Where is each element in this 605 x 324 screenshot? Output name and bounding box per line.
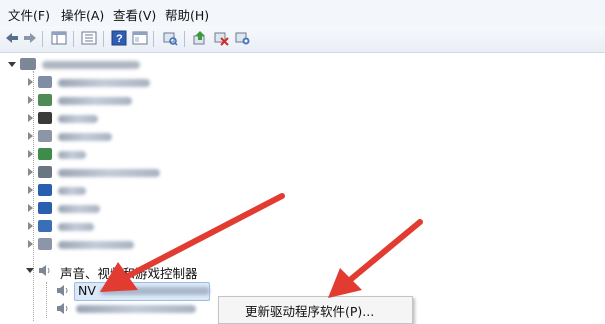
tree-category[interactable] (0, 92, 420, 110)
expand-icon[interactable] (28, 222, 33, 230)
update-driver-icon[interactable] (191, 29, 209, 47)
tree-category[interactable] (0, 164, 420, 182)
toolbar-separator (153, 31, 154, 47)
device-category-icon (38, 220, 52, 232)
list-view-icon[interactable] (80, 29, 98, 47)
device-category-icon (38, 148, 52, 160)
expand-icon[interactable] (28, 186, 33, 194)
expand-icon[interactable] (28, 96, 33, 104)
device-category-icon (38, 112, 52, 124)
tree-category-sound-video[interactable]: 声音、视频和游戏控制器 (0, 262, 420, 281)
expand-icon[interactable] (28, 204, 33, 212)
device-category-icon (38, 202, 52, 214)
properties-view-icon[interactable] (50, 29, 68, 47)
category-name-redacted (58, 151, 86, 159)
speaker-icon (56, 284, 70, 297)
device-name-redacted (100, 287, 210, 295)
tree-category[interactable] (0, 74, 420, 92)
device-category-icon (38, 76, 52, 88)
context-menu: 更新驱动程序软件(P)... (218, 296, 413, 324)
help-icon[interactable]: ? (110, 29, 128, 47)
category-name-redacted (58, 133, 112, 141)
console-tree-icon[interactable] (131, 29, 149, 47)
category-name-redacted (58, 223, 94, 231)
tree-root[interactable] (0, 56, 420, 74)
expand-icon[interactable] (28, 132, 33, 140)
forward-icon[interactable] (21, 29, 39, 47)
collapse-icon[interactable] (26, 268, 34, 273)
tree-category[interactable] (0, 110, 420, 128)
menu-file[interactable]: 文件(F) (8, 5, 50, 24)
tree-category[interactable] (0, 128, 420, 146)
toolbar-separator (184, 31, 185, 47)
category-name-redacted (58, 241, 134, 249)
toolbar-separator (42, 31, 43, 47)
category-name-redacted (58, 97, 132, 105)
expand-icon[interactable] (28, 114, 33, 122)
tree-category[interactable] (0, 182, 420, 200)
device-name-redacted (76, 305, 196, 313)
device-category-icon (38, 184, 52, 196)
tree-category[interactable] (0, 236, 420, 254)
disable-device-icon[interactable] (212, 29, 230, 47)
category-label: 声音、视频和游戏控制器 (60, 266, 198, 281)
computer-icon (20, 58, 36, 70)
back-icon[interactable] (3, 29, 21, 47)
category-name-redacted (58, 115, 98, 123)
uninstall-device-icon[interactable] (233, 29, 251, 47)
device-tree: 声音、视频和游戏控制器 NV (0, 53, 605, 321)
expand-icon[interactable] (28, 168, 33, 176)
device-category-icon (38, 166, 52, 178)
svg-text:?: ? (116, 33, 123, 45)
toolbar-separator (73, 31, 74, 47)
menu-view[interactable]: 查看(V) (113, 5, 156, 24)
speaker-icon (56, 302, 70, 315)
tree-category[interactable] (0, 218, 420, 236)
speaker-icon (38, 264, 52, 276)
collapse-icon[interactable] (8, 62, 16, 67)
menu-action[interactable]: 操作(A) (61, 5, 104, 24)
device-label: NV (78, 283, 96, 298)
menu-bar: 文件(F) 操作(A) 查看(V) 帮助(H) (0, 0, 605, 27)
category-name-redacted (58, 205, 100, 213)
category-name-redacted (58, 169, 160, 177)
toolbar: ? (0, 26, 605, 53)
expand-icon[interactable] (28, 240, 33, 248)
category-name-redacted (58, 187, 86, 195)
menu-help[interactable]: 帮助(H) (165, 5, 209, 24)
toolbar-separator (103, 31, 104, 47)
expand-icon[interactable] (28, 78, 33, 86)
tree-category[interactable] (0, 200, 420, 218)
device-category-icon (38, 238, 52, 250)
tree-category[interactable] (0, 146, 420, 164)
device-category-icon (38, 130, 52, 142)
update-driver-menu-item[interactable]: 更新驱动程序软件(P)... (245, 301, 374, 320)
category-name-redacted (58, 79, 150, 87)
scan-hardware-icon[interactable] (161, 29, 179, 47)
device-category-icon (38, 94, 52, 106)
computer-name-redacted (42, 61, 140, 69)
expand-icon[interactable] (28, 150, 33, 158)
